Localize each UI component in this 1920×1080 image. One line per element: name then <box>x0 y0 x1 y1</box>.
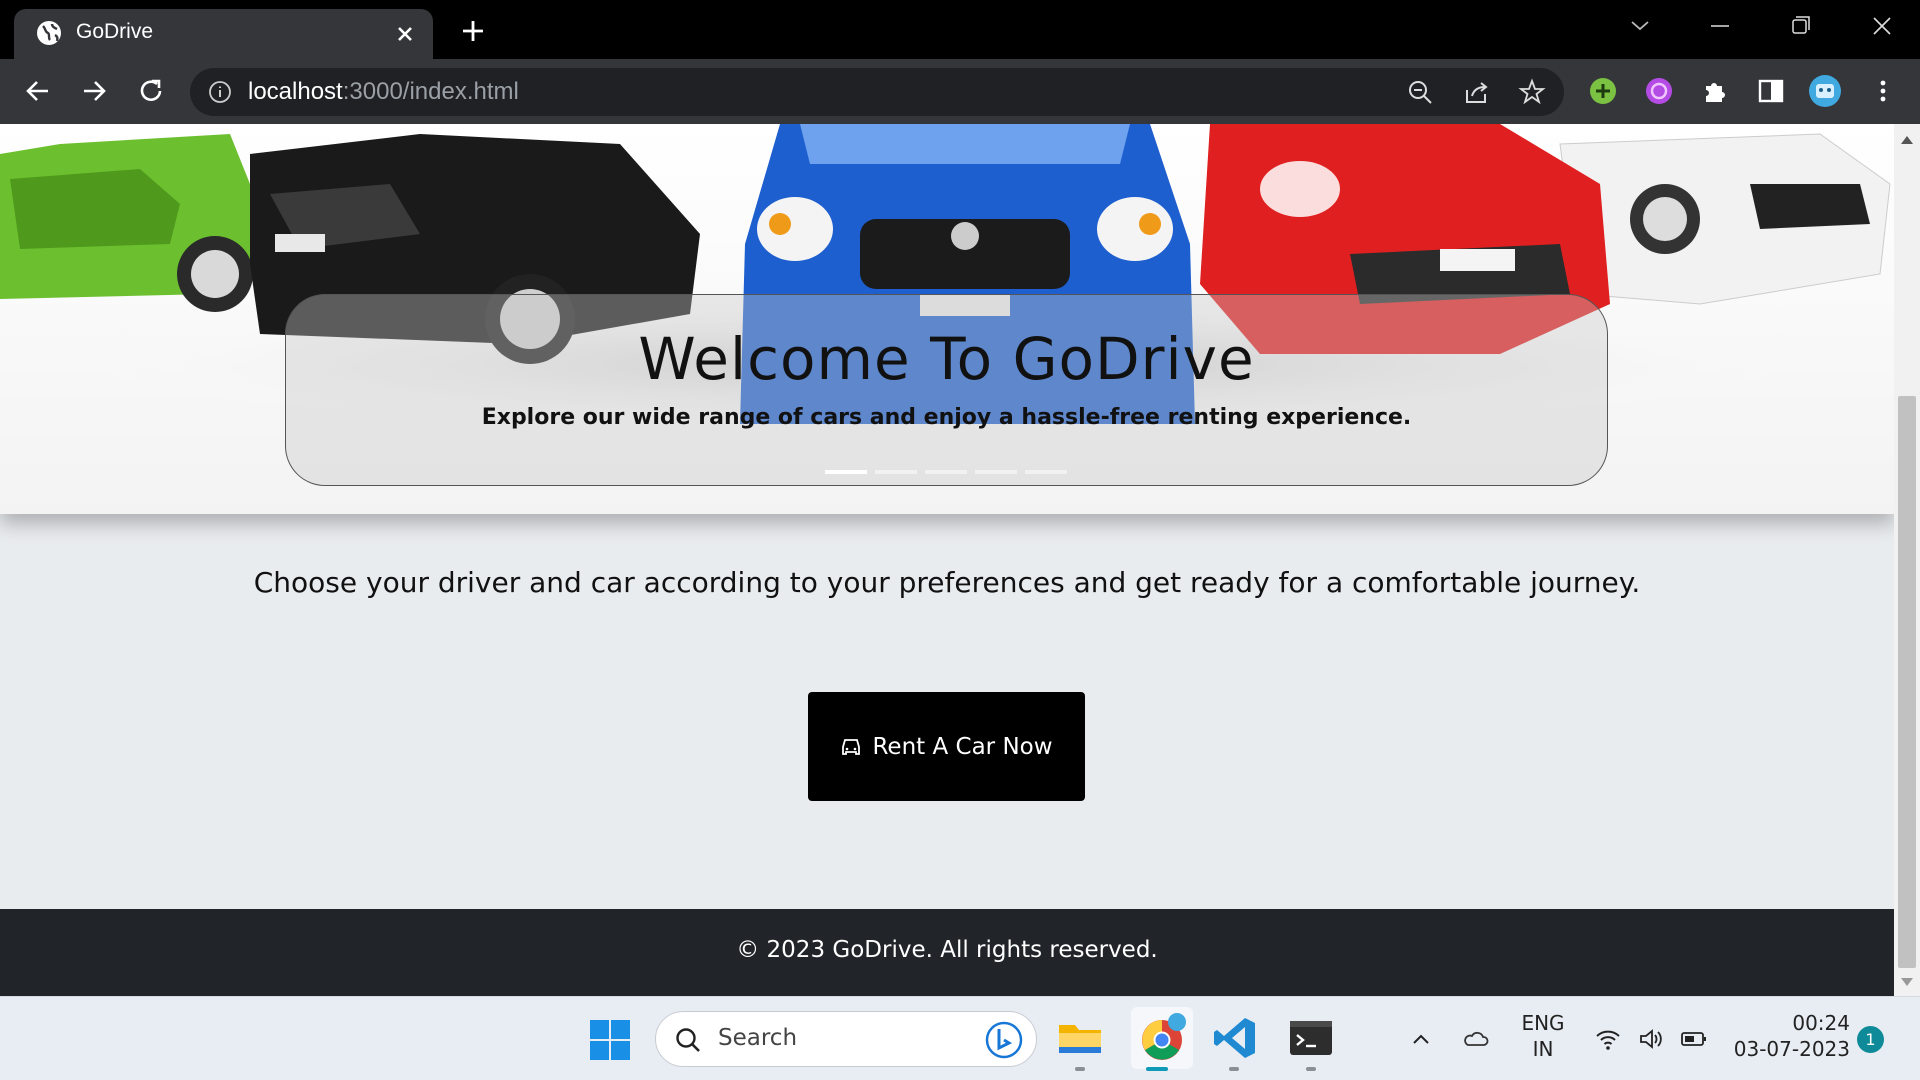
clock[interactable]: 00:24 03-07-2023 <box>1730 1011 1850 1061</box>
search-placeholder: Search <box>718 1025 798 1051</box>
windows-taskbar: Search ENG IN 00:24 03-07-2023 1 <box>0 996 1920 1080</box>
close-window-icon[interactable] <box>1862 10 1902 42</box>
footer-copyright: © 2023 GoDrive. All rights reserved. <box>736 937 1158 963</box>
footer: © 2023 GoDrive. All rights reserved. <box>0 909 1894 996</box>
tab-search-chevron-icon[interactable] <box>1620 10 1660 42</box>
share-icon[interactable] <box>1462 78 1490 106</box>
site-info-icon[interactable] <box>208 80 232 104</box>
zoom-icon[interactable] <box>1406 78 1434 106</box>
extension-purple-icon[interactable] <box>1642 74 1676 108</box>
reload-icon[interactable] <box>133 73 169 109</box>
notification-badge[interactable]: 1 <box>1857 1026 1884 1053</box>
browser-menu-icon[interactable] <box>1866 74 1900 108</box>
forward-icon[interactable] <box>76 73 112 109</box>
carousel-indicator-2[interactable] <box>875 470 917 474</box>
chrome-active-indicator <box>1146 1067 1168 1071</box>
rent-car-label: Rent A Car Now <box>872 733 1053 760</box>
folder-icon <box>1059 1025 1101 1053</box>
back-icon[interactable] <box>20 73 56 109</box>
tab-title: GoDrive <box>76 20 154 43</box>
terminal-button[interactable] <box>1286 1013 1336 1063</box>
file-explorer-button[interactable] <box>1055 1013 1105 1063</box>
search-icon <box>676 1028 700 1052</box>
onedrive-cloud-icon[interactable] <box>1462 1025 1490 1053</box>
windows-start-icon[interactable] <box>589 1019 631 1061</box>
url-host: localhost <box>248 78 343 105</box>
vscode-icon <box>1214 1018 1255 1058</box>
language-code: ENG <box>1521 1011 1565 1035</box>
language-indicator[interactable]: ENG IN <box>1518 1011 1568 1061</box>
scroll-thumb[interactable] <box>1898 396 1916 968</box>
bing-icon[interactable] <box>984 1020 1024 1060</box>
region-code: IN <box>1532 1037 1554 1061</box>
carousel-indicator-4[interactable] <box>975 470 1017 474</box>
browser-tab[interactable]: GoDrive <box>14 9 433 59</box>
wifi-icon[interactable] <box>1594 1025 1622 1053</box>
scroll-down-arrow-icon[interactable] <box>1901 978 1913 986</box>
vscode-running-indicator <box>1229 1067 1239 1071</box>
globe-icon <box>37 21 61 45</box>
hero-subtitle: Explore our wide range of cars and enjoy… <box>481 405 1412 430</box>
chevron-up-icon[interactable] <box>1407 1025 1435 1053</box>
bookmark-star-icon[interactable] <box>1518 78 1546 106</box>
tagline: Choose your driver and car according to … <box>253 566 1641 599</box>
volume-icon[interactable] <box>1637 1025 1665 1053</box>
page-viewport: Welcome To GoDrive Explore our wide rang… <box>0 124 1894 996</box>
vscode-button[interactable] <box>1210 1013 1260 1063</box>
browser-toolbar: localhost:3000/index.html <box>0 59 1920 124</box>
carousel-indicator-5[interactable] <box>1025 470 1067 474</box>
extension-plus-icon[interactable] <box>1586 74 1620 108</box>
minimize-icon[interactable] <box>1700 10 1740 42</box>
browser-tab-strip: GoDrive <box>0 0 1920 59</box>
chrome-icon <box>1142 1013 1186 1060</box>
side-panel-icon[interactable] <box>1754 74 1788 108</box>
hero-carousel: Welcome To GoDrive Explore our wide rang… <box>0 124 1894 514</box>
clock-time: 00:24 <box>1792 1011 1850 1035</box>
extensions-puzzle-icon[interactable] <box>1698 74 1732 108</box>
scroll-up-arrow-icon[interactable] <box>1901 136 1913 144</box>
chrome-button[interactable] <box>1131 1007 1193 1069</box>
carousel-indicator-3[interactable] <box>925 470 967 474</box>
hero-caption: Welcome To GoDrive Explore our wide rang… <box>285 294 1608 486</box>
new-tab-icon[interactable] <box>457 15 489 47</box>
rent-car-button[interactable]: Rent A Car Now <box>808 692 1085 801</box>
close-tab-icon[interactable] <box>393 22 417 46</box>
terminal-running-indicator <box>1306 1067 1316 1071</box>
terminal-icon <box>1290 1021 1332 1055</box>
file-explorer-running-indicator <box>1075 1067 1085 1071</box>
profile-avatar-icon[interactable] <box>1808 74 1842 108</box>
carousel-indicator-1[interactable] <box>825 470 867 474</box>
battery-icon[interactable] <box>1680 1025 1708 1053</box>
address-bar[interactable]: localhost:3000/index.html <box>190 68 1564 116</box>
taskbar-search-box[interactable]: Search <box>655 1011 1037 1067</box>
url-text[interactable]: localhost:3000/index.html <box>248 77 519 107</box>
url-path: :3000/index.html <box>342 78 519 105</box>
page-scrollbar[interactable] <box>1894 124 1920 996</box>
clock-date: 03-07-2023 <box>1733 1037 1850 1061</box>
restore-icon[interactable] <box>1780 10 1820 42</box>
hero-title: Welcome To GoDrive <box>638 325 1255 393</box>
car-icon <box>842 738 861 755</box>
carousel-indicators <box>825 470 1067 474</box>
